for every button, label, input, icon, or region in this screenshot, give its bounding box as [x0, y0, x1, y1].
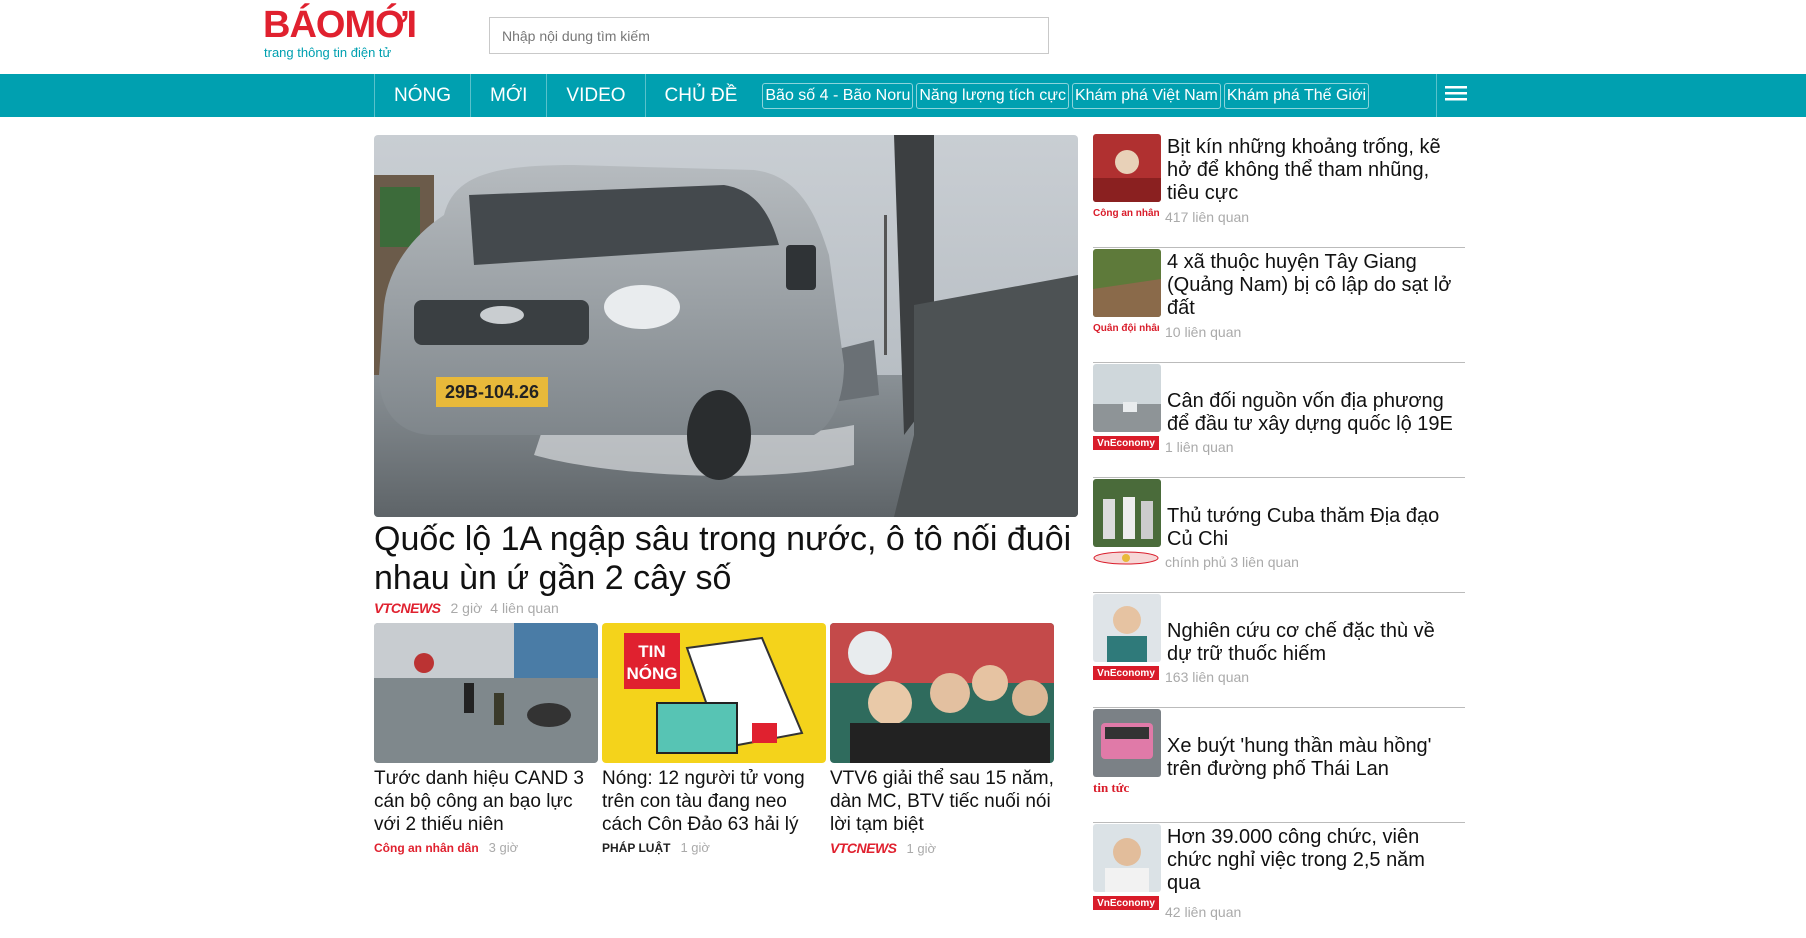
government-emblem-icon: [1093, 551, 1159, 565]
item-thumbnail[interactable]: [1093, 824, 1161, 892]
item-thumbnail[interactable]: [1093, 709, 1161, 777]
trending-topics: Bão số 4 - Bão Noru Năng lượng tích cực …: [762, 82, 1372, 109]
nav-topics[interactable]: CHỦ ĐỀ: [644, 74, 757, 117]
list-item[interactable]: Công an nhân dân Bịt kín những khoảng tr…: [1093, 134, 1465, 248]
nav-video[interactable]: VIDEO: [546, 74, 644, 117]
site-logo[interactable]: BÁOMỚI trang thông tin điện tử: [263, 4, 423, 64]
source-logo[interactable]: PHÁP LUẬT: [602, 841, 670, 855]
source-logo[interactable]: VTCNEWS: [374, 600, 441, 616]
related-link[interactable]: 10 liên quan: [1165, 324, 1241, 340]
card-title[interactable]: VTV6 giải thể sau 15 năm, dàn MC, BTV ti…: [830, 767, 1054, 836]
topic-link[interactable]: Khám phá Thế Giới: [1223, 82, 1370, 109]
card-thumbnail[interactable]: [830, 623, 1054, 763]
card-thumbnail[interactable]: TIN NÓNG: [602, 623, 826, 763]
logo-tagline: trang thông tin điện tử: [264, 45, 392, 60]
search-input[interactable]: [489, 17, 1049, 54]
item-title[interactable]: Nghiên cứu cơ chế đặc thù về dự trữ thuố…: [1167, 620, 1463, 666]
list-item[interactable]: Quân đội nhân dân 4 xã thuộc huyện Tây G…: [1093, 249, 1465, 363]
hero-image[interactable]: 29B-104.26: [374, 135, 1078, 517]
topic-link[interactable]: Khám phá Việt Nam: [1071, 82, 1221, 109]
source-logo[interactable]: VnEconomy: [1093, 436, 1159, 450]
item-thumbnail[interactable]: [1093, 364, 1161, 432]
news-card[interactable]: Tước danh hiệu CAND 3 cán bộ công an bạo…: [374, 623, 598, 855]
card-title[interactable]: Tước danh hiệu CAND 3 cán bộ công an bạo…: [374, 767, 598, 836]
nav-new[interactable]: MỚI: [470, 74, 546, 117]
item-title[interactable]: Cân đối nguồn vốn địa phương để đầu tư x…: [1167, 390, 1463, 436]
nav-hot[interactable]: NÓNG: [374, 74, 470, 117]
time-label: 1 giờ: [906, 840, 937, 856]
related-link[interactable]: 163 liên quan: [1165, 669, 1249, 685]
hamburger-icon: [1445, 85, 1467, 106]
source-logo[interactable]: Quân đội nhân dân: [1093, 321, 1159, 335]
time-label: 2 giờ: [450, 600, 483, 616]
source-logo[interactable]: VnEconomy: [1093, 896, 1159, 910]
hero-meta: VTCNEWS 2 giờ 4 liên quan: [374, 600, 567, 616]
logo-text: BÁOMỚI: [263, 4, 417, 46]
hero-headline[interactable]: Quốc lộ 1A ngập sâu trong nước, ô tô nối…: [374, 520, 1084, 598]
hamburger-menu-button[interactable]: [1436, 74, 1467, 117]
list-item[interactable]: tin tức Xe buýt 'hung thần màu hồng' trê…: [1093, 709, 1465, 823]
card-title[interactable]: Nóng: 12 người tử vong trên con tàu đang…: [602, 767, 826, 836]
item-thumbnail[interactable]: [1093, 249, 1161, 317]
related-link[interactable]: chính phủ 3 liên quan: [1165, 554, 1299, 570]
item-thumbnail[interactable]: [1093, 594, 1161, 662]
source-logo[interactable]: tin tức: [1093, 781, 1159, 795]
plate-text: 29B-104.26: [445, 382, 539, 402]
item-title[interactable]: 4 xã thuộc huyện Tây Giang (Quảng Nam) b…: [1167, 251, 1463, 320]
list-item[interactable]: VnEconomy Nghiên cứu cơ chế đặc thù về d…: [1093, 594, 1465, 708]
list-item[interactable]: VnEconomy Cân đối nguồn vốn địa phương đ…: [1093, 364, 1465, 478]
related-link[interactable]: 4 liên quan: [490, 600, 559, 616]
badge-line-2: NÓNG: [627, 664, 678, 683]
item-title[interactable]: Xe buýt 'hung thần màu hồng' trên đường …: [1167, 735, 1463, 781]
source-logo[interactable]: Công an nhân dân: [374, 841, 479, 855]
news-card[interactable]: VTV6 giải thể sau 15 năm, dàn MC, BTV ti…: [830, 623, 1054, 856]
source-logo[interactable]: [1093, 551, 1159, 565]
item-title[interactable]: Hơn 39.000 công chức, viên chức nghỉ việ…: [1167, 826, 1463, 895]
item-title[interactable]: Thủ tướng Cuba thăm Địa đạo Củ Chi: [1167, 505, 1463, 551]
topic-link[interactable]: Bão số 4 - Bão Noru: [762, 82, 914, 109]
list-item[interactable]: Thủ tướng Cuba thăm Địa đạo Củ Chi chính…: [1093, 479, 1465, 593]
source-logo[interactable]: VTCNEWS: [830, 840, 897, 856]
card-thumbnail[interactable]: [374, 623, 598, 763]
item-title[interactable]: Bịt kín những khoảng trống, kẽ hở để khô…: [1167, 136, 1463, 205]
topic-link[interactable]: Năng lượng tích cực: [916, 82, 1069, 109]
time-label: 1 giờ: [680, 840, 710, 855]
time-label: 3 giờ: [488, 840, 519, 855]
site-header: BÁOMỚI trang thông tin điện tử: [0, 0, 1806, 74]
source-logo[interactable]: Công an nhân dân: [1093, 206, 1159, 220]
source-logo[interactable]: VnEconomy: [1093, 666, 1159, 680]
list-item[interactable]: VnEconomy Hơn 39.000 công chức, viên chứ…: [1093, 824, 1465, 938]
badge-line-1: TIN: [638, 642, 665, 661]
related-link[interactable]: 417 liên quan: [1165, 209, 1249, 225]
item-thumbnail[interactable]: [1093, 479, 1161, 547]
main-nav: NÓNG MỚI VIDEO CHỦ ĐỀ Bão số 4 - Bão Nor…: [0, 74, 1806, 117]
item-thumbnail[interactable]: [1093, 134, 1161, 202]
related-link[interactable]: 42 liên quan: [1165, 904, 1241, 920]
sidebar-news-list: Công an nhân dân Bịt kín những khoảng tr…: [1093, 134, 1465, 938]
news-card[interactable]: TIN NÓNG Nóng: 12 người tử vong trên con…: [602, 623, 826, 855]
related-link[interactable]: 1 liên quan: [1165, 439, 1234, 455]
